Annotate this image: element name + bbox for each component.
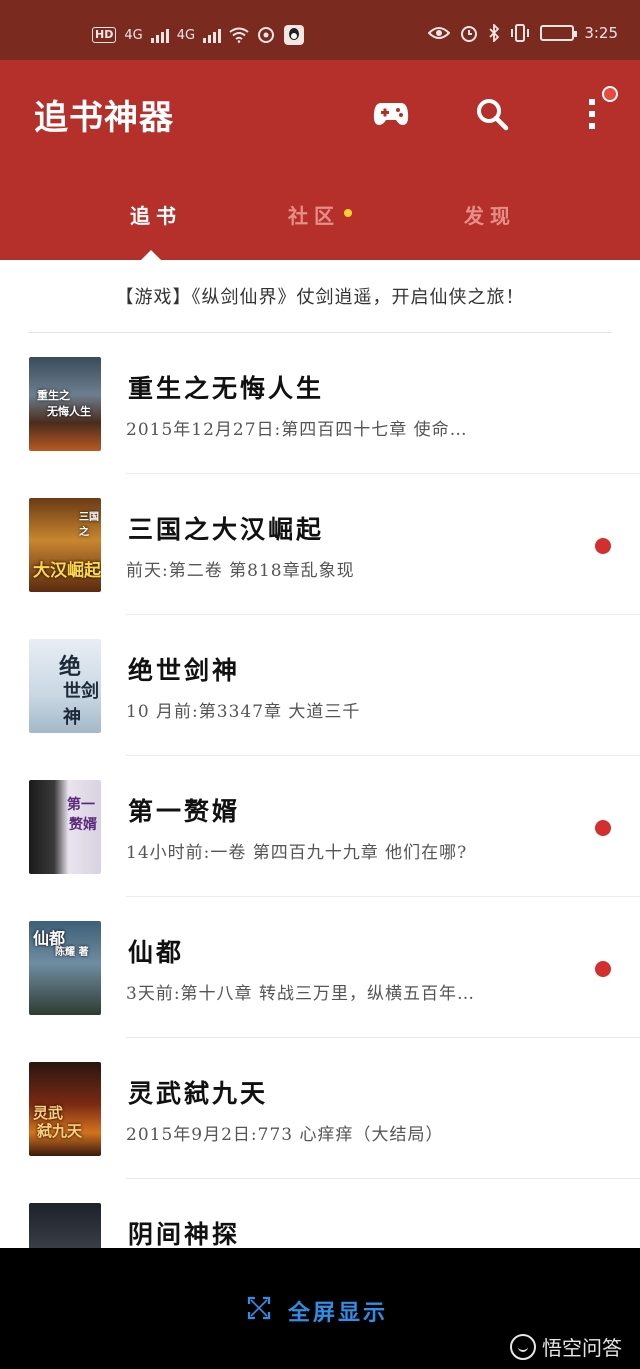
app-title: 追书神器: [34, 98, 174, 138]
book-title: 第一赘婿: [128, 797, 241, 826]
book-title: 三国之大汉崛起: [128, 515, 325, 544]
book-update: 前天:第二卷 第818章乱象现: [126, 561, 355, 581]
active-tab-caret: [141, 250, 161, 260]
promo-banner-text: 【游戏】《纵剑仙界》仗剑逍遥，开启仙侠之旅！: [115, 287, 525, 308]
app-bar: 追书神器 追书 社区 发现: [0, 60, 640, 260]
fullscreen-icon[interactable]: [247, 1296, 271, 1320]
list-item[interactable]: 第一 赘婿 第一赘婿 14小时前:一卷 第四百九十九章 他们在哪?: [0, 756, 640, 897]
book-title: 重生之无悔人生: [128, 374, 325, 403]
book-cover: 绝 世剑神: [29, 639, 101, 733]
status-left: HD 4G 4G: [92, 24, 305, 46]
book-cover: 仙都 陈耀 著: [29, 921, 101, 1015]
status-right: 3:25: [428, 24, 618, 42]
book-title: 阴间神探: [128, 1220, 241, 1248]
book-update: 2015年9月2日:773 心痒痒（大结局）: [126, 1125, 444, 1145]
watermark-text: 悟空问答: [542, 1336, 622, 1360]
book-update: 14小时前:一卷 第四百九十九章 他们在哪?: [126, 843, 468, 863]
tab-shequ[interactable]: 社区: [288, 200, 340, 229]
list-item[interactable]: 大汉崛起 三国之 三国之大汉崛起 前天:第二卷 第818章乱象现: [0, 474, 640, 615]
book-title: 绝世剑神: [128, 656, 241, 685]
wukong-logo-icon: [510, 1333, 536, 1360]
sim1-label: 4G: [124, 27, 143, 43]
alarm-icon: [461, 26, 478, 42]
status-bar: HD 4G 4G 3:25: [0, 0, 640, 60]
bottom-bar: 全屏显示 悟空问答: [0, 1248, 640, 1369]
book-cover: 重生之 无悔人生: [29, 357, 101, 451]
unread-dot: [595, 820, 611, 836]
book-update: 2015年12月27日:第四百四十七章 使命…: [126, 420, 468, 440]
list-item[interactable]: 灵武 弑九天 灵武弑九天 2015年9月2日:773 心痒痒（大结局）: [0, 1038, 640, 1179]
list-item[interactable]: 仙都 陈耀 著 仙都 3天前:第十八章 转战三万里，纵横五百年…: [0, 897, 640, 1038]
clock: 3:25: [584, 24, 618, 42]
book-cover: 第一 赘婿: [29, 780, 101, 874]
book-title: 仙都: [128, 938, 185, 967]
gamepad-icon[interactable]: [371, 94, 411, 134]
tab-faxian[interactable]: 发现: [464, 200, 516, 229]
fullscreen-button[interactable]: 全屏显示: [288, 1295, 388, 1327]
list-item[interactable]: 阴间神探: [0, 1179, 640, 1248]
tab-dot-indicator: [344, 209, 352, 217]
list-item[interactable]: 绝 世剑神 绝世剑神 10 月前:第3347章 大道三千: [0, 615, 640, 756]
book-cover: 灵武 弑九天: [29, 1062, 101, 1156]
book-update: 3天前:第十八章 转战三万里，纵横五百年…: [126, 984, 475, 1004]
book-title: 灵武弑九天: [128, 1079, 269, 1108]
notification-badge: [602, 86, 618, 102]
bluetooth-icon: [489, 24, 500, 42]
list-item[interactable]: 重生之 无悔人生 重生之无悔人生 2015年12月27日:第四百四十七章 使命…: [0, 333, 640, 474]
hd-indicator: HD: [92, 27, 117, 43]
book-cover: 大汉崛起 三国之: [29, 498, 101, 592]
unread-dot: [595, 538, 611, 554]
unread-dot: [595, 961, 611, 977]
book-list: 重生之 无悔人生 重生之无悔人生 2015年12月27日:第四百四十七章 使命……: [0, 333, 640, 1248]
wifi-icon: [229, 27, 249, 43]
search-icon[interactable]: [472, 94, 512, 134]
promo-banner[interactable]: 【游戏】《纵剑仙界》仗剑逍遥，开启仙侠之旅！: [28, 260, 612, 333]
qq-icon: [284, 25, 305, 45]
sim2-label: 4G: [176, 27, 196, 43]
eye-icon: [428, 27, 451, 39]
book-cover: [29, 1203, 101, 1248]
battery-icon: [540, 25, 578, 41]
signal-2-icon: [203, 27, 222, 43]
sync-icon: [258, 27, 275, 43]
watermark: 悟空问答: [510, 1332, 622, 1361]
vibrate-icon: [511, 24, 530, 42]
tab-zhuishu[interactable]: 追书: [130, 200, 182, 229]
signal-1-icon: [150, 27, 169, 43]
book-update: 10 月前:第3347章 大道三千: [126, 702, 361, 722]
